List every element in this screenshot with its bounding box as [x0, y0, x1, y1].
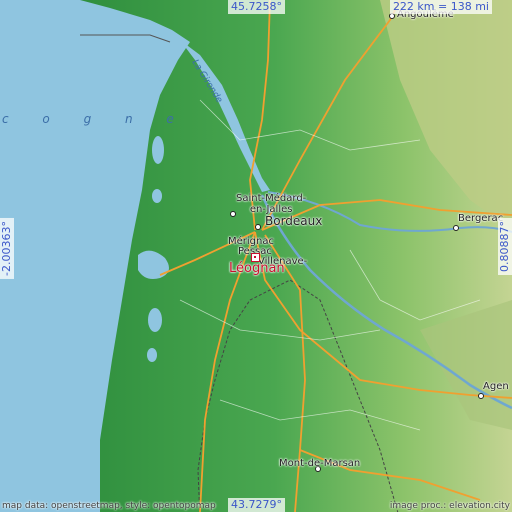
- sea-label: c o g n e: [2, 112, 189, 126]
- latitude-top-label: 45.7258°: [228, 0, 285, 14]
- longitude-left-label: -2.00363°: [0, 218, 14, 279]
- lake: [152, 189, 162, 203]
- city-marker: [453, 225, 459, 231]
- focus-town-label: Léognan: [229, 261, 285, 276]
- latitude-bottom-label: 43.7279°: [228, 498, 285, 512]
- lake: [152, 136, 164, 164]
- place-label: Agen: [483, 381, 509, 392]
- lake: [148, 308, 162, 332]
- longitude-right-label: 0.80887°: [498, 218, 512, 275]
- image-credit: image proc.: elevation.city: [389, 501, 510, 511]
- scale-label: 222 km = 138 mi: [389, 0, 492, 14]
- lake: [147, 348, 157, 362]
- map-credit: map data: openstreetmap, style: opentopo…: [2, 501, 216, 511]
- city-marker: [478, 393, 484, 399]
- place-label: Bergerac: [458, 213, 504, 224]
- place-label: Bordeaux: [265, 214, 323, 228]
- map-view[interactable]: c o g n e La Gironde Angoulême Saint-Méd…: [0, 0, 512, 512]
- city-marker: [255, 224, 261, 230]
- place-label: Saint-Médard- en-Jalles: [236, 193, 307, 215]
- city-marker: [230, 211, 236, 217]
- place-label: Mont-de-Marsan: [279, 458, 361, 469]
